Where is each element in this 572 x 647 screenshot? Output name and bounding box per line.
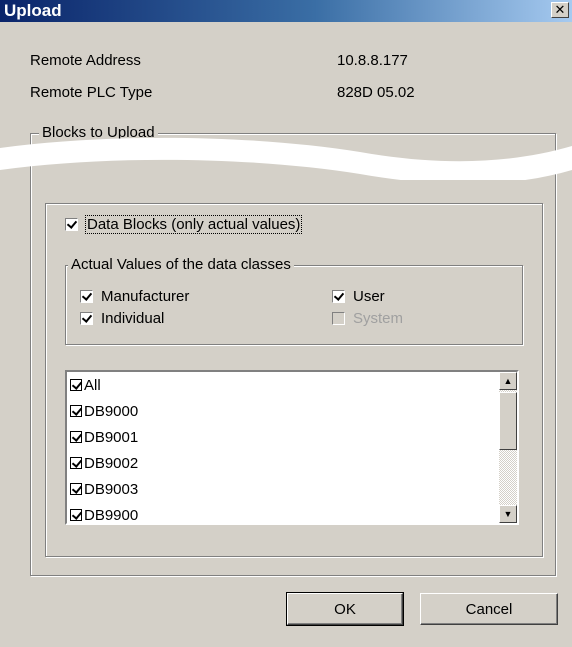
- close-icon: ✕: [554, 2, 566, 17]
- manufacturer-label: Manufacturer: [101, 288, 190, 305]
- scroll-down-button[interactable]: ▼: [499, 505, 517, 523]
- block-list-items: All DB9000 DB9001 DB9002 DB9003 DB9900: [67, 372, 517, 524]
- close-button[interactable]: ✕: [551, 2, 569, 18]
- list-item-checkbox[interactable]: [70, 483, 82, 495]
- arrow-up-icon: ▲: [503, 376, 513, 386]
- manufacturer-checkbox-row[interactable]: Manufacturer: [80, 288, 189, 305]
- list-item-label: DB9900: [84, 506, 139, 524]
- list-item-checkbox[interactable]: [70, 457, 82, 469]
- cancel-button[interactable]: Cancel: [420, 593, 558, 625]
- system-checkbox: [332, 312, 345, 325]
- list-item[interactable]: DB9900: [67, 502, 517, 524]
- wave-cut-graphic: [0, 137, 572, 180]
- system-label: System: [353, 310, 404, 327]
- list-item-checkbox[interactable]: [70, 509, 82, 521]
- user-checkbox[interactable]: [332, 290, 345, 303]
- remote-address-value: 10.8.8.177: [337, 52, 408, 69]
- list-item[interactable]: DB9003: [67, 476, 517, 502]
- list-item-label: DB9003: [84, 480, 139, 498]
- data-blocks-checkbox-row[interactable]: Data Blocks (only actual values): [65, 215, 303, 234]
- list-item-checkbox[interactable]: [70, 379, 82, 391]
- data-blocks-checkbox[interactable]: [65, 218, 78, 231]
- plc-type-value: 828D 05.02: [337, 84, 415, 101]
- vertical-scrollbar[interactable]: ▲ ▼: [499, 372, 517, 523]
- system-checkbox-row: System: [332, 310, 403, 327]
- list-item[interactable]: DB9002: [67, 450, 517, 476]
- ok-button[interactable]: OK: [286, 592, 404, 626]
- scroll-thumb[interactable]: [499, 392, 517, 450]
- individual-label: Individual: [101, 310, 165, 327]
- list-item-checkbox[interactable]: [70, 405, 82, 417]
- individual-checkbox[interactable]: [80, 312, 93, 325]
- scroll-up-button[interactable]: ▲: [499, 372, 517, 390]
- title-bar: Upload ✕: [0, 0, 572, 22]
- user-checkbox-row[interactable]: User: [332, 288, 385, 305]
- data-classes-legend: Actual Values of the data classes: [68, 256, 294, 273]
- user-label: User: [353, 288, 385, 305]
- arrow-down-icon: ▼: [503, 509, 513, 519]
- block-list[interactable]: All DB9000 DB9001 DB9002 DB9003 DB9900 ▲…: [65, 370, 519, 525]
- list-item[interactable]: DB9001: [67, 424, 517, 450]
- list-item-label: DB9000: [84, 402, 139, 420]
- data-classes-group: Actual Values of the data classes: [65, 256, 523, 345]
- plc-type-label: Remote PLC Type: [30, 84, 153, 101]
- list-item-label: DB9002: [84, 454, 139, 472]
- list-item[interactable]: All: [67, 372, 517, 398]
- data-blocks-label: Data Blocks (only actual values): [84, 215, 303, 234]
- list-item-label: All: [84, 376, 101, 394]
- manufacturer-checkbox[interactable]: [80, 290, 93, 303]
- remote-address-label: Remote Address: [30, 52, 141, 69]
- window-title: Upload: [4, 1, 62, 20]
- individual-checkbox-row[interactable]: Individual: [80, 310, 164, 327]
- list-item-label: DB9001: [84, 428, 139, 446]
- list-item-checkbox[interactable]: [70, 431, 82, 443]
- list-item[interactable]: DB9000: [67, 398, 517, 424]
